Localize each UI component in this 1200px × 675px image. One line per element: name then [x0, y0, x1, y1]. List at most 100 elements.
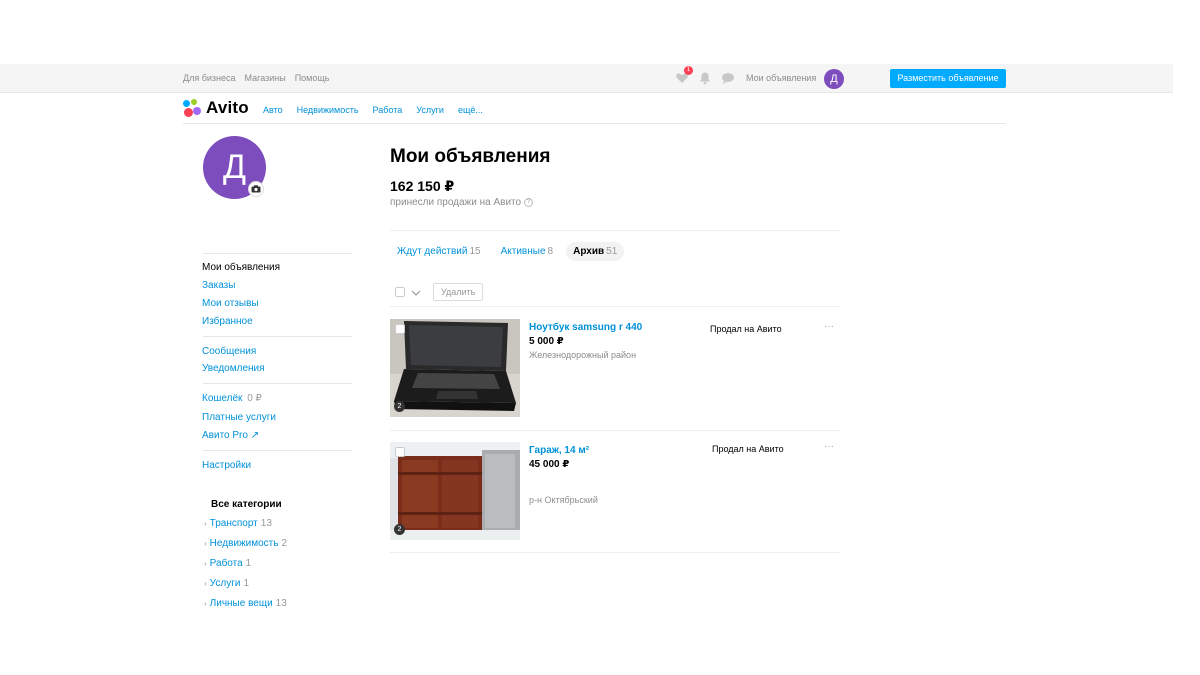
logo-dots-icon [183, 98, 202, 118]
sidebar-item-my-ads[interactable]: Мои объявления [202, 262, 280, 273]
divider [390, 230, 840, 231]
wallet-label: Кошелёк [202, 393, 243, 404]
category-count: 2 [281, 538, 288, 549]
sidebar-item-favorites[interactable]: Избранное [202, 316, 253, 327]
wallet-balance: 0 ₽ [247, 393, 262, 404]
listing-photo[interactable]: 2 [390, 442, 520, 540]
listing-price: 5 000 ₽ [529, 336, 564, 347]
sidebar-item-settings[interactable]: Настройки [202, 460, 251, 471]
listing-location: р-н Октябрьский [529, 495, 598, 505]
tab-label: Архив [573, 246, 605, 257]
chevron-right-icon: › [204, 519, 207, 528]
nav-item-more[interactable]: ещё... [458, 105, 483, 115]
photo-count-badge: 2 [394, 524, 405, 535]
bulk-actions: Удалить [395, 283, 484, 301]
listing-title[interactable]: Гараж, 14 м² [529, 445, 589, 456]
listing-checkbox[interactable] [395, 447, 405, 457]
sidebar-divider [203, 383, 352, 384]
listing-status: Продал на Авито [710, 324, 782, 334]
category-count: 13 [275, 598, 287, 609]
earned-amount: 162 150 ₽ [390, 178, 455, 194]
link-help[interactable]: Помощь [295, 73, 330, 83]
tab-label: Ждут действий [397, 246, 468, 257]
logo-text: Avito [206, 98, 249, 117]
tabs: Ждут действий 15 Активные 8 Архив 51 [390, 242, 625, 261]
sidebar-item-messages[interactable]: Сообщения [202, 346, 256, 357]
post-ad-button[interactable]: Разместить объявление [890, 69, 1006, 88]
category-label: Личные вещи [209, 598, 273, 609]
help-icon[interactable]: ? [524, 198, 534, 207]
chat-icon[interactable] [721, 71, 735, 85]
list-item[interactable]: 2 Ноутбук samsung r 440 5 000 ₽ Железнод… [390, 319, 840, 419]
divider [390, 552, 840, 553]
tab-archive[interactable]: Архив 51 [566, 242, 625, 261]
select-all-checkbox[interactable] [395, 287, 405, 297]
chevron-right-icon: › [204, 539, 207, 548]
top-links: Для бизнеса Магазины Помощь [183, 73, 329, 83]
favorites-badge: 1 [684, 66, 693, 75]
link-shops[interactable]: Магазины [245, 73, 286, 83]
listing-price: 45 000 ₽ [529, 459, 570, 470]
page-title: Мои объявления [390, 146, 551, 167]
sidebar-item-orders[interactable]: Заказы [202, 280, 235, 291]
sidebar-item-wallet[interactable]: Кошелёк 0 ₽ [202, 393, 262, 404]
chevron-right-icon: › [204, 579, 207, 588]
divider [390, 430, 840, 431]
tab-count: 8 [547, 246, 554, 257]
tab-count: 15 [469, 246, 481, 257]
earned-caption-text: принесли продажи на Авито [390, 197, 522, 208]
tab-active[interactable]: Активные 8 [494, 242, 560, 261]
favorites-heart-icon[interactable]: 1 [675, 66, 693, 85]
tab-pending[interactable]: Ждут действий 15 [390, 242, 488, 261]
listing-status: Продал на Авито [712, 444, 784, 454]
sidebar-divider [203, 336, 352, 337]
nav-item-realty[interactable]: Недвижимость [297, 105, 359, 115]
category-label: Транспорт [209, 518, 258, 529]
category-realty[interactable]: › Недвижимость 2 [204, 538, 287, 549]
sidebar-item-reviews[interactable]: Мои отзывы [202, 298, 259, 309]
list-item[interactable]: 2 Гараж, 14 м² 45 000 ₽ р-н Октябрьский … [390, 441, 840, 542]
chevron-down-icon[interactable] [411, 283, 421, 301]
my-ads-link[interactable]: Мои объявления [746, 73, 816, 83]
sidebar-item-notifications[interactable]: Уведомления [202, 363, 265, 374]
top-bar: Для бизнеса Магазины Помощь 1 Мои объявл… [0, 64, 1173, 93]
delete-button[interactable]: Удалить [433, 283, 484, 301]
earned-caption: принесли продажи на Авито ? [390, 197, 534, 208]
main-nav: Авто Недвижимость Работа Услуги ещё... [263, 105, 483, 115]
link-business[interactable]: Для бизнеса [183, 73, 236, 83]
category-label: Работа [209, 558, 243, 569]
category-jobs[interactable]: › Работа 1 [204, 558, 251, 569]
listing-title[interactable]: Ноутбук samsung r 440 [529, 322, 642, 333]
sidebar-divider [203, 450, 352, 451]
photo-count-badge: 2 [394, 401, 405, 412]
avatar[interactable]: Д [824, 69, 844, 89]
category-label: Недвижимость [209, 538, 279, 549]
more-options-icon[interactable]: ··· [824, 321, 834, 332]
tab-count: 51 [606, 246, 618, 257]
tab-label: Активные [500, 246, 546, 257]
category-transport[interactable]: › Транспорт 13 [204, 518, 272, 529]
logo[interactable]: Avito [183, 98, 249, 118]
category-count: 1 [243, 578, 249, 589]
camera-icon[interactable] [248, 181, 264, 197]
chevron-right-icon: › [204, 559, 207, 568]
nav-item-jobs[interactable]: Работа [373, 105, 403, 115]
category-count: 13 [260, 518, 272, 529]
category-label: Услуги [209, 578, 241, 589]
category-personal[interactable]: › Личные вещи 13 [204, 598, 287, 609]
category-count: 1 [245, 558, 252, 569]
nav-item-services[interactable]: Услуги [416, 105, 444, 115]
top-icons: 1 [675, 66, 735, 85]
header: Avito Авто Недвижимость Работа Услуги ещ… [183, 96, 1006, 124]
category-services[interactable]: › Услуги 1 [204, 578, 249, 589]
sidebar-item-avito-pro[interactable]: Авито Pro ↗ [202, 430, 259, 441]
bell-icon[interactable] [698, 71, 712, 85]
categories-title: Все категории [211, 499, 282, 510]
listing-checkbox[interactable] [395, 324, 405, 334]
chevron-right-icon: › [204, 599, 207, 608]
more-options-icon[interactable]: ··· [824, 441, 834, 452]
nav-item-auto[interactable]: Авто [263, 105, 283, 115]
sidebar-item-paid-services[interactable]: Платные услуги [202, 412, 276, 423]
sidebar-divider [203, 253, 352, 254]
listing-photo[interactable]: 2 [390, 319, 520, 417]
